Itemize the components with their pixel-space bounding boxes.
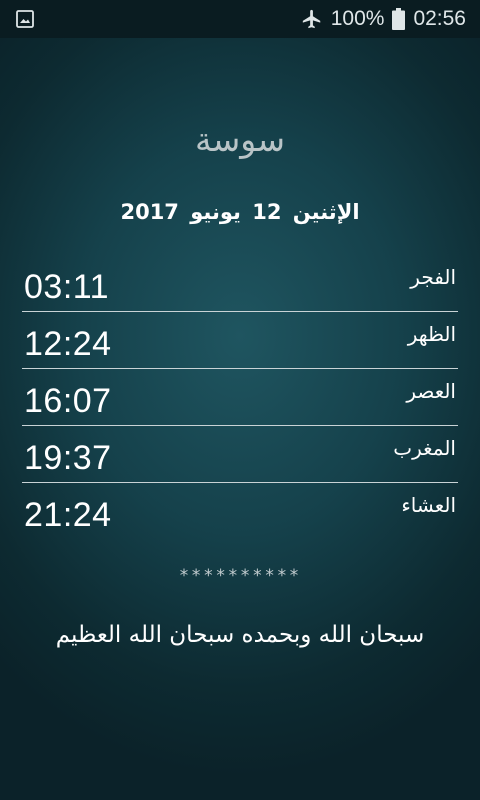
prayer-name: المغرب [393, 436, 456, 460]
prayer-row-asr: 16:07 العصر [22, 369, 458, 426]
prayer-times-screen: 100% 02:56 سوسة الإثنين 12 يونيو 2017 03… [0, 0, 480, 800]
current-date: الإثنين 12 يونيو 2017 [120, 200, 360, 224]
prayer-times-list: 03:11 الفجر 12:24 الظهر 16:07 العصر 19:3… [22, 255, 458, 539]
prayer-time: 12:24 [24, 325, 112, 363]
status-time: 02:56 [413, 7, 466, 30]
prayer-row-dhuhr: 12:24 الظهر [22, 312, 458, 369]
prayer-time: 19:37 [24, 439, 112, 477]
city-name[interactable]: سوسة [0, 120, 480, 159]
prayer-row-maghrib: 19:37 المغرب [22, 426, 458, 483]
prayer-name: الظهر [407, 322, 456, 346]
battery-icon [392, 8, 406, 30]
prayer-row-fajr: 03:11 الفجر [22, 255, 458, 312]
prayer-name: العصر [406, 379, 456, 403]
prayer-time: 16:07 [24, 382, 112, 420]
prayer-name: الفجر [410, 265, 456, 289]
prayer-time: 21:24 [24, 496, 112, 534]
status-bar: 100% 02:56 [0, 0, 480, 38]
battery-percentage: 100% [330, 7, 385, 30]
dhikr-text: سبحان الله وبحمده سبحان الله العظيم [55, 622, 425, 648]
airplane-icon [301, 8, 323, 30]
status-indicators: 100% 02:56 [301, 0, 466, 38]
gallery-icon [16, 10, 34, 28]
prayer-row-isha: 21:24 العشاء [22, 483, 458, 539]
prayer-time: 03:11 [24, 268, 110, 306]
decorative-separator: ********** [178, 566, 302, 586]
prayer-name: العشاء [401, 493, 456, 517]
